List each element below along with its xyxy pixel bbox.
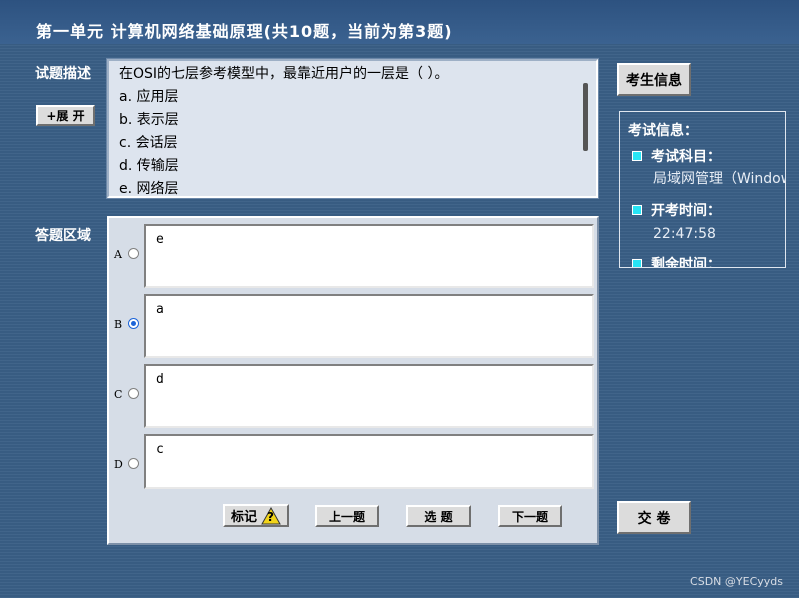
question-section-label: 试题描述 bbox=[35, 66, 91, 82]
option-letter: A bbox=[114, 248, 122, 261]
answer-option-c[interactable]: C d bbox=[109, 360, 595, 428]
option-letter: D bbox=[114, 458, 123, 471]
question-choice: e. 网络层 bbox=[119, 181, 179, 197]
question-text: 在OSI的七层参考模型中，最靠近用户的一层是（ ）。 a. 应用层 b. 表示层… bbox=[119, 63, 448, 201]
option-text: e bbox=[156, 232, 164, 247]
option-letter: B bbox=[114, 318, 123, 331]
question-choice: c. 会话层 bbox=[119, 135, 178, 151]
option-text: c bbox=[156, 442, 164, 457]
answer-option-b[interactable]: B a bbox=[109, 290, 595, 358]
start-time-row: 开考时间： bbox=[632, 200, 721, 220]
option-text-box[interactable]: d bbox=[144, 364, 594, 428]
bullet-square-icon bbox=[632, 205, 642, 215]
option-text: a bbox=[156, 302, 164, 317]
question-mark-icon: ? bbox=[261, 506, 281, 525]
exam-info-panel: 考试信息： 考试科目： 局域网管理（Windows 开考时间： 22:47:58… bbox=[619, 111, 786, 268]
option-text: d bbox=[156, 372, 164, 387]
option-radio[interactable] bbox=[128, 388, 139, 399]
option-radio[interactable] bbox=[128, 248, 139, 259]
answer-option-d[interactable]: D c bbox=[109, 430, 595, 496]
subject-label: 考试科目： bbox=[651, 149, 721, 165]
bullet-square-icon bbox=[632, 151, 642, 161]
option-radio-selected[interactable] bbox=[128, 318, 139, 329]
question-choice: b. 表示层 bbox=[119, 112, 179, 128]
student-info-button[interactable]: 考生信息 bbox=[617, 63, 691, 96]
question-description-box[interactable]: 在OSI的七层参考模型中，最靠近用户的一层是（ ）。 a. 应用层 b. 表示层… bbox=[107, 59, 598, 198]
question-stem: 在OSI的七层参考模型中，最靠近用户的一层是（ ）。 bbox=[119, 66, 449, 82]
next-question-button[interactable]: 下一题 bbox=[498, 505, 562, 527]
option-text-box[interactable]: c bbox=[144, 434, 594, 489]
scrollbar-thumb[interactable] bbox=[583, 83, 588, 151]
expand-button[interactable]: +展 开 bbox=[36, 105, 95, 126]
bullet-square-icon bbox=[632, 259, 642, 267]
question-choice: d. 传输层 bbox=[119, 158, 179, 174]
remaining-time-label: 剩余时间： bbox=[651, 257, 721, 268]
window-header: 第一单元 计算机网络基础原理(共10题，当前为第3题) bbox=[0, 0, 799, 44]
option-letter: C bbox=[114, 388, 123, 401]
submit-exam-button[interactable]: 交 卷 bbox=[617, 501, 691, 534]
exam-info-title: 考试信息： bbox=[628, 123, 698, 139]
question-choice: a. 应用层 bbox=[119, 89, 179, 105]
subject-row: 考试科目： bbox=[632, 146, 721, 166]
page-title: 第一单元 计算机网络基础原理(共10题，当前为第3题) bbox=[36, 22, 453, 41]
mark-button[interactable]: 标记 ? bbox=[223, 504, 289, 527]
remaining-time-row: 剩余时间： bbox=[632, 254, 721, 268]
start-time-value: 22:47:58 bbox=[653, 226, 716, 242]
prev-question-button[interactable]: 上一题 bbox=[315, 505, 379, 527]
answer-section-label: 答题区域 bbox=[35, 228, 91, 244]
answer-option-a[interactable]: A e bbox=[109, 220, 595, 288]
question-scrollbar[interactable] bbox=[582, 65, 590, 193]
answer-area: A e B a C d D c 标记 ? 上一题 选 题 下一题 bbox=[107, 216, 599, 545]
start-time-label: 开考时间： bbox=[651, 203, 721, 219]
subject-value: 局域网管理（Windows bbox=[653, 171, 786, 187]
watermark: CSDN @YECyyds bbox=[690, 575, 783, 588]
mark-label: 标记 bbox=[230, 510, 257, 525]
option-text-box[interactable]: a bbox=[144, 294, 594, 358]
option-text-box[interactable]: e bbox=[144, 224, 594, 288]
option-radio[interactable] bbox=[128, 458, 139, 469]
question-mark-glyph: ? bbox=[267, 509, 274, 524]
select-question-button[interactable]: 选 题 bbox=[406, 505, 471, 527]
